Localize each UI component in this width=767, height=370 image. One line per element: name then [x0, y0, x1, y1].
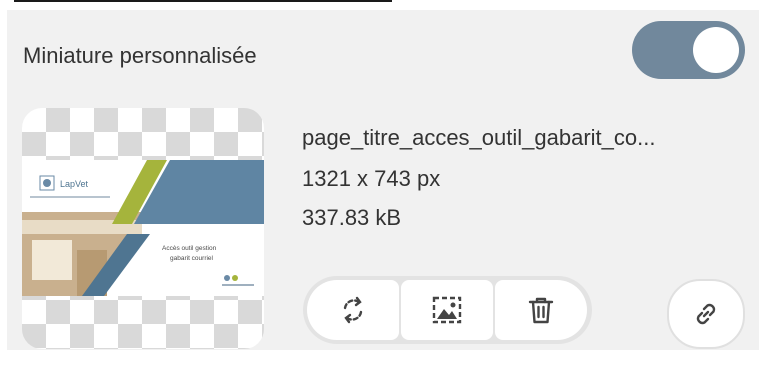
- edit-image-button[interactable]: [401, 280, 493, 340]
- delete-button[interactable]: [495, 280, 587, 340]
- section-title: Miniature personnalisée: [23, 43, 257, 68]
- file-dimensions: 1321 x 743 px: [302, 166, 441, 191]
- link-button[interactable]: [667, 279, 745, 349]
- top-divider: [14, 0, 392, 2]
- toggle-knob: [693, 27, 739, 73]
- custom-thumbnail-panel: Miniature personnalisée LapVet Accès out…: [7, 10, 759, 350]
- thumbnail-brand-text: LapVet: [60, 179, 89, 189]
- refresh-icon: [343, 296, 363, 324]
- thumbnail-actions-group: [303, 276, 592, 344]
- thumbnail-preview[interactable]: LapVet Accès outil gestion gabarit courr…: [22, 108, 264, 349]
- link-icon: [696, 303, 716, 325]
- replace-button[interactable]: [307, 280, 399, 340]
- image-crop-icon: [432, 296, 462, 324]
- thumbnail-image: LapVet Accès outil gestion gabarit courr…: [22, 160, 264, 296]
- file-name: page_titre_acces_outil_gabarit_co...: [302, 125, 656, 150]
- custom-thumbnail-toggle[interactable]: [632, 21, 745, 79]
- thumbnail-caption-2: gabarit courriel: [170, 255, 214, 262]
- trash-icon: [528, 297, 554, 324]
- thumbnail-caption-1: Accès outil gestion: [162, 245, 217, 252]
- file-size: 337.83 kB: [302, 205, 402, 230]
